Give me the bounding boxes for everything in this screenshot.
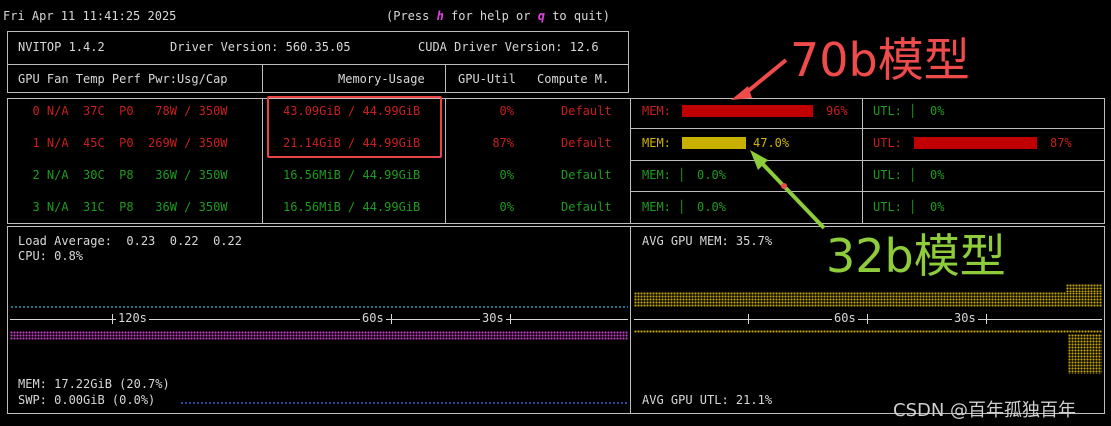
swap-usage: SWP: 0.00GiB (0.0%)	[18, 393, 156, 407]
cuda-version: CUDA Driver Version: 12.6	[418, 40, 599, 54]
gpu-mem-label: MEM: │	[642, 168, 686, 182]
avg-gpu-utl: AVG GPU UTL: 21.1%	[642, 393, 773, 407]
gpu-row-summary: 2 N/A 30C P8 36W / 350W	[18, 168, 228, 182]
gpu-utl-label: UTL: │	[873, 104, 917, 118]
gpu-mem-bar	[682, 137, 746, 149]
gpu-row-summary: 1 N/A 45C P0 269W / 350W	[18, 136, 228, 150]
datetime: Fri Apr 11 11:41:25 2025	[3, 9, 177, 23]
nvitop-version: NVITOP 1.4.2	[18, 40, 105, 54]
gpu-axis-label-60s: 60s	[832, 311, 858, 325]
annotation-70b: 70b模型	[790, 33, 970, 87]
gpu-utl-bar	[914, 137, 1037, 149]
gpu-util: 87%	[492, 136, 514, 150]
column-header-memory: Memory-Usage	[338, 72, 425, 86]
cpu-usage: CPU: 0.8%	[18, 249, 84, 263]
gpu-mem-percent: 0.0%	[697, 168, 726, 182]
arrow-32b-icon	[755, 156, 826, 230]
gpu-memory-usage: 16.56MiB / 44.99GiB	[283, 200, 421, 214]
gpu-compute-mode: Default	[561, 136, 612, 150]
driver-version: Driver Version: 560.35.05	[170, 40, 351, 54]
axis-label-60s: 60s	[360, 311, 386, 325]
gpu-memory-usage: 16.56MiB / 44.99GiB	[283, 168, 421, 182]
column-header-gpu: GPU Fan Temp Perf Pwr:Usg/Cap	[18, 72, 228, 86]
avg-gpu-mem: AVG GPU MEM: 35.7%	[642, 234, 773, 248]
gpu-mem-history-graph	[634, 292, 1102, 307]
memory-highlight-box	[267, 96, 442, 158]
annotation-32b: 32b模型	[826, 229, 1006, 283]
gpu-compute-mode: Default	[561, 168, 612, 182]
gpu-mem-label: MEM:	[642, 104, 679, 118]
swap-history-graph	[180, 400, 628, 406]
gpu-mem-percent: 47.0%	[753, 136, 790, 150]
gpu-mem-label: MEM:	[642, 136, 679, 150]
gpu-util-graph-peak	[1068, 334, 1102, 374]
gpu-row-summary: 0 N/A 37C P0 78W / 350W	[18, 104, 228, 118]
load-average: Load Average: 0.23 0.22 0.22	[18, 234, 242, 248]
help-hint: (Press h for help or q to quit)	[386, 9, 610, 23]
gpu-mem-bar	[682, 105, 813, 117]
gpu-mem-percent: 0.0%	[697, 200, 726, 214]
gpu-compute-mode: Default	[561, 104, 612, 118]
column-header-compute: Compute M.	[537, 72, 610, 86]
gpu-utl-percent: 87%	[1050, 136, 1072, 150]
memory-history-graph	[10, 331, 628, 340]
gpu-util: 0%	[499, 200, 514, 214]
gpu-utl-percent: 0%	[930, 168, 945, 182]
arrow-70b-icon	[740, 58, 788, 98]
gpu-axis-label-30s: 30s	[952, 311, 978, 325]
cpu-history-graph	[10, 304, 628, 310]
gpu-utl-label: UTL:	[873, 136, 910, 150]
gpu-utl-label: UTL: │	[873, 168, 917, 182]
gpu-mem-label: MEM: │	[642, 200, 686, 214]
host-memory: MEM: 17.22GiB (20.7%)	[18, 377, 170, 391]
gpu-mem-percent: 96%	[826, 104, 848, 118]
gpu-utl-label: UTL: │	[873, 200, 917, 214]
gpu-utl-percent: 0%	[930, 200, 945, 214]
quit-key: q	[537, 9, 545, 23]
axis-label-120s: 120s	[116, 311, 149, 325]
marker-dot	[781, 183, 787, 189]
watermark: CSDN @百年孤独百年	[893, 400, 1077, 421]
gpu-mem-graph-top	[1066, 284, 1102, 292]
gpu-util: 0%	[499, 104, 514, 118]
column-header-util: GPU-Util	[458, 72, 516, 86]
gpu-util: 0%	[499, 168, 514, 182]
gpu-util-history-graph	[634, 330, 1102, 333]
gpu-row-summary: 3 N/A 31C P8 36W / 350W	[18, 200, 228, 214]
axis-label-30s: 30s	[480, 311, 506, 325]
gpu-utl-percent: 0%	[930, 104, 945, 118]
help-key: h	[436, 9, 444, 23]
gpu-compute-mode: Default	[561, 200, 612, 214]
